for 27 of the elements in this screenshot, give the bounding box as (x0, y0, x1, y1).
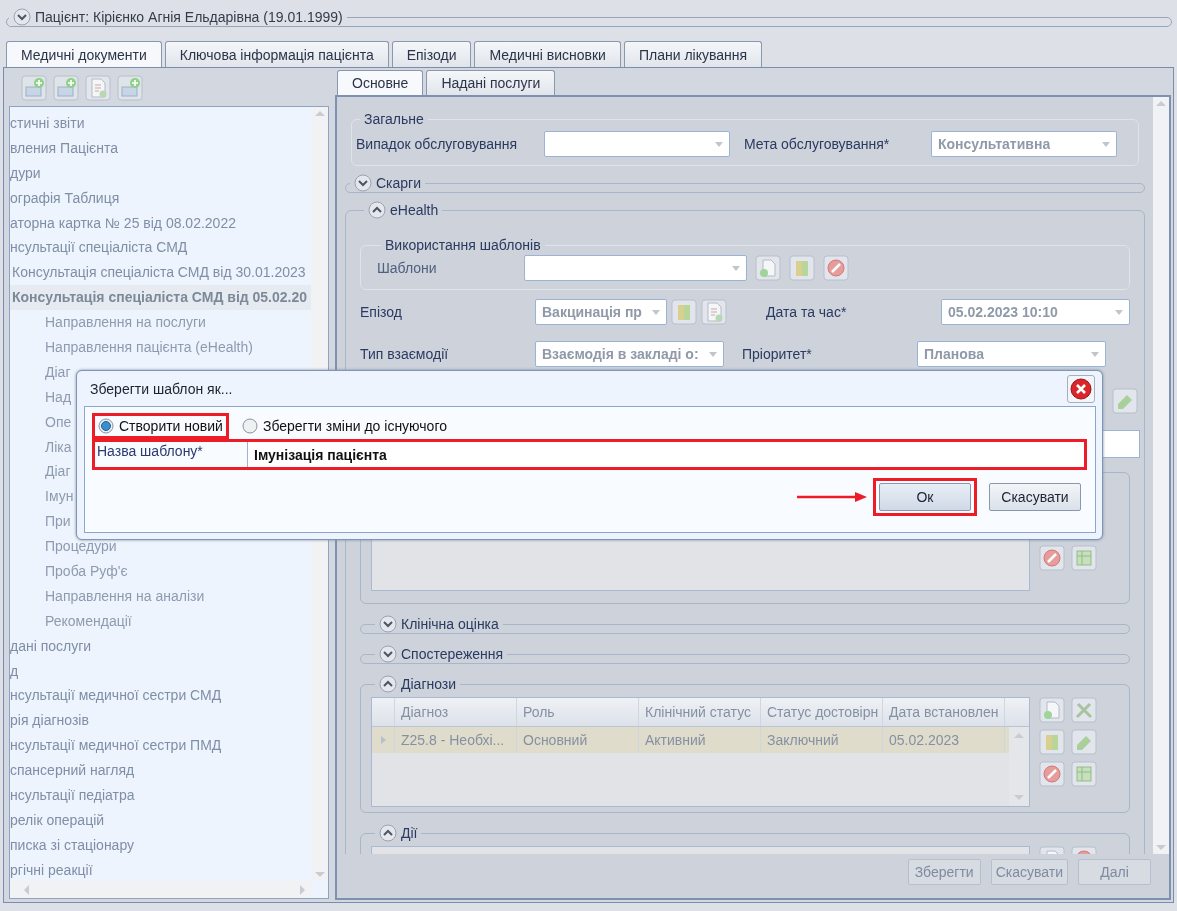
table-cell: Заключний (761, 727, 883, 753)
dropdown-value: Планова (924, 346, 984, 362)
dropdown-value: 05.02.2023 10:10 (948, 304, 1058, 320)
table-cell: Основний (517, 727, 639, 753)
section-title: Дії (401, 825, 418, 841)
table-cell: Активний (639, 727, 761, 753)
section-title: Скарги (376, 175, 422, 191)
field-label: Епізод (360, 304, 403, 320)
section-title: Клінічна оцінка (401, 616, 499, 632)
section-title: Діагнози (401, 676, 457, 692)
dialog-title: Зберегти шаблон як... (89, 380, 233, 397)
table-cell: Z25.8 - Необхі... (395, 727, 517, 753)
dropdown-value: Вакцинація пр (542, 304, 642, 320)
field-label: Пріоритет* (742, 346, 813, 362)
field-label: Тип взаємодії (360, 346, 450, 362)
group-title: Загальне (364, 111, 424, 127)
dropdown-value: Консультативна (938, 136, 1051, 152)
field-label: Мета обслуговування* (744, 136, 891, 152)
patient-title: Пацієнт: Кірієнко Агнія Ельдарівна (19.01.1999) (35, 9, 343, 25)
dropdown-value: Взаємодія в закладі о: (542, 346, 699, 362)
table-cell: 05.02.2023 (883, 727, 1005, 753)
field-label: Дата та час* (766, 304, 848, 320)
section-title: eHealth (390, 202, 439, 218)
field-label: Шаблони (377, 260, 438, 276)
section-title: Спостереження (401, 646, 504, 662)
group-title: Використання шаблонів (385, 237, 541, 253)
field-label: Випадок обслуговування (356, 136, 519, 152)
